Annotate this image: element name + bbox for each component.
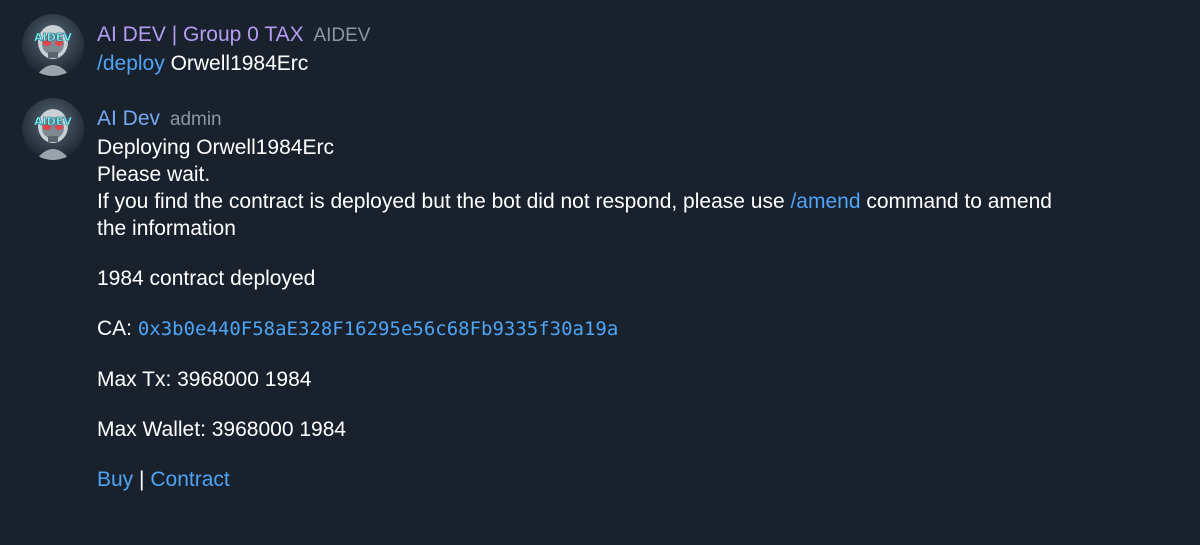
deploy-command-link[interactable]: /deploy (97, 52, 165, 75)
ca-line: CA: 0x3b0e440F58aE328F16295e56c68Fb9335f… (97, 315, 1177, 343)
ca-label: CA: (97, 317, 138, 340)
sender-name[interactable]: AI Dev (97, 107, 160, 130)
sender-avatar[interactable]: AIDEV (22, 98, 84, 160)
message-text: /deploy Orwell1984Erc (97, 50, 1177, 77)
message-header: AI DEV | Group 0 TAX AIDEV (97, 20, 1177, 50)
sender-role: AIDEV (313, 25, 371, 46)
robot-avatar-icon: AIDEV (22, 14, 84, 76)
robot-avatar-icon: AIDEV (22, 98, 84, 160)
amend-command-link[interactable]: /amend (790, 190, 860, 213)
information-line: the information (97, 217, 236, 240)
contract-address-link[interactable]: 0x3b0e440F58aE328F16295e56c68Fb9335f30a1… (138, 318, 618, 340)
svg-text:AIDEV: AIDEV (34, 31, 72, 44)
command-argument: Orwell1984Erc (170, 52, 309, 75)
message-content: AI DEV | Group 0 TAX AIDEV /deploy Orwel… (97, 20, 1177, 77)
links-line: Buy | Contract (97, 466, 1177, 493)
sender-role: admin (169, 109, 222, 130)
contract-link[interactable]: Contract (150, 468, 229, 491)
deploying-line: Deploying Orwell1984Erc (97, 136, 334, 159)
amend-text-after: command to amend (860, 190, 1052, 213)
buy-link[interactable]: Buy (97, 468, 133, 491)
amend-text-before: If you find the contract is deployed but… (97, 190, 791, 213)
please-wait-line: Please wait. (97, 163, 211, 186)
link-separator: | (139, 468, 145, 491)
sender-avatar[interactable]: AIDEV (22, 14, 84, 76)
amend-instruction-line: If you find the contract is deployed but… (97, 188, 1177, 215)
message-header: AI Dev admin (97, 104, 1177, 134)
sender-name[interactable]: AI DEV | Group 0 TAX (97, 23, 304, 46)
max-tx-line: Max Tx: 3968000 1984 (97, 368, 312, 391)
max-wallet-line: Max Wallet: 3968000 1984 (97, 418, 347, 441)
svg-text:AIDEV: AIDEV (34, 115, 72, 128)
message-content: AI Dev admin Deploying Orwell1984Erc Ple… (97, 104, 1177, 493)
deployed-line: 1984 contract deployed (97, 267, 316, 290)
